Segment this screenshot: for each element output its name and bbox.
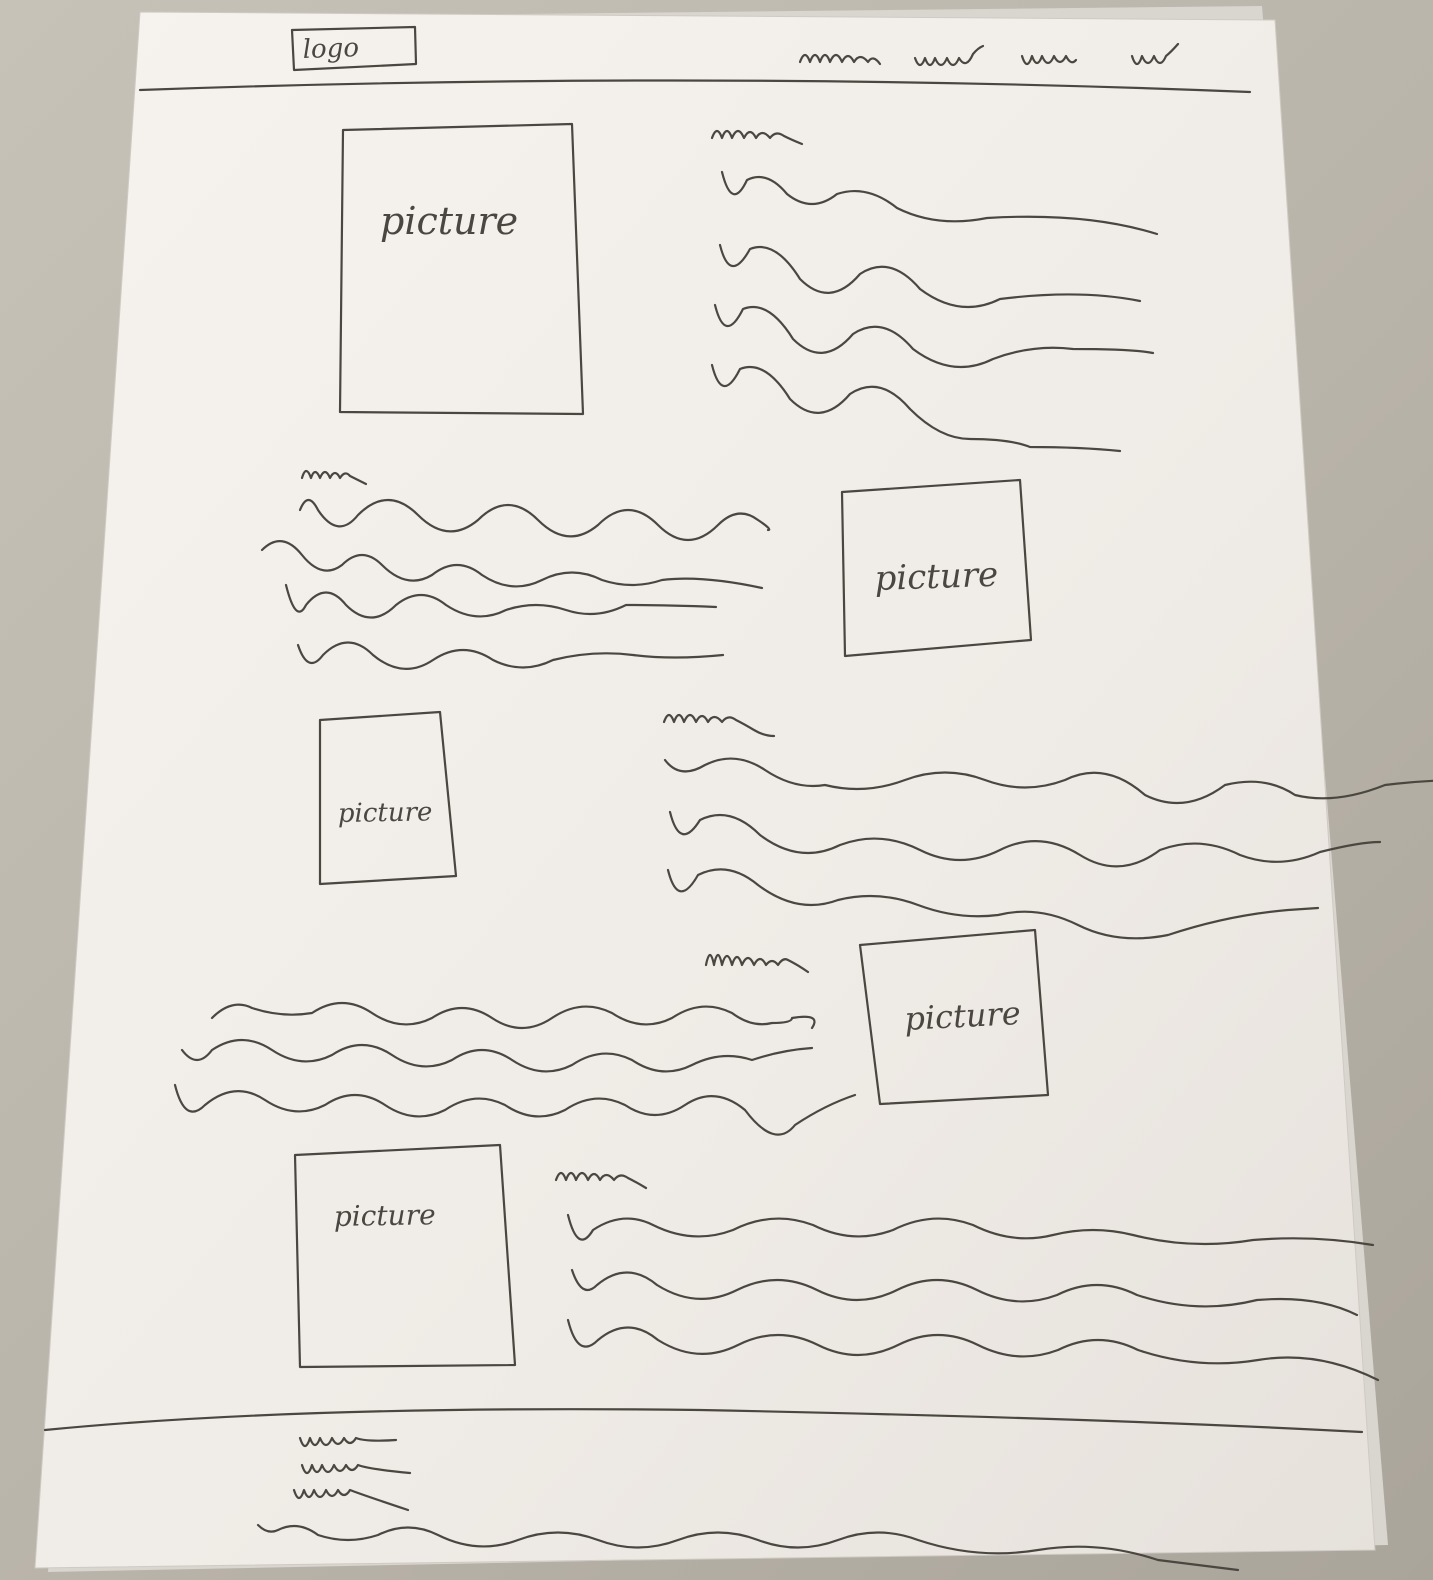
- picture-label-3: picture: [338, 797, 433, 829]
- picture-label-5: picture: [334, 1198, 436, 1233]
- logo-label: logo: [302, 33, 359, 65]
- wireframe-photo: logo picture picture picture picture pic…: [0, 0, 1433, 1580]
- picture-label-2: picture: [874, 555, 999, 599]
- paper-sheet: [34, 11, 1376, 1569]
- picture-label-1: picture: [380, 199, 518, 243]
- wireframe-sketch: logo picture picture picture picture pic…: [34, 6, 1433, 1572]
- picture-label-4: picture: [903, 994, 1021, 1038]
